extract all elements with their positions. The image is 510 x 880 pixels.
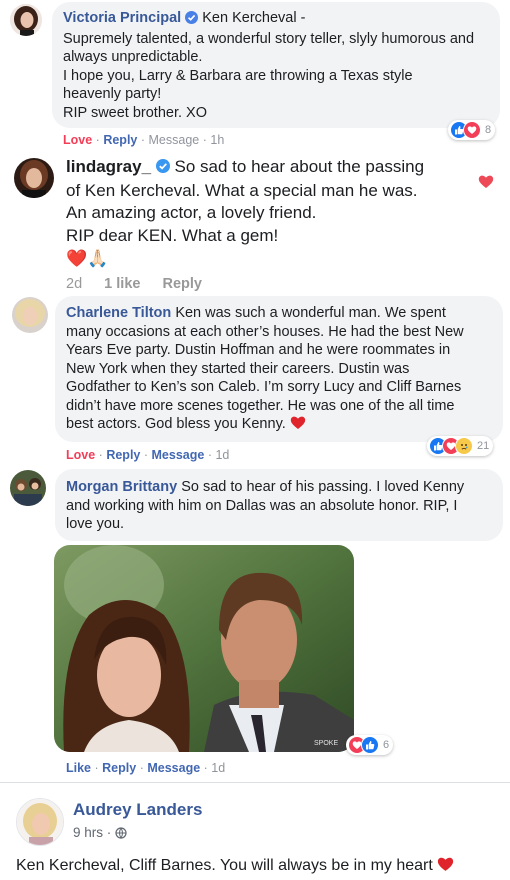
avatar-photo-icon (14, 158, 54, 198)
separator: · (98, 448, 103, 462)
heart-emoji-icon (290, 415, 306, 436)
section-divider (0, 782, 510, 783)
comment-photo[interactable]: SPOKE (54, 545, 354, 752)
post-time[interactable]: 9 hrs (73, 825, 103, 840)
like-link[interactable]: Like (66, 761, 91, 775)
comment-line: I hope you, Larry & Barbara are throwing… (63, 67, 413, 84)
message-link[interactable]: Message (149, 133, 200, 147)
comment-emojis: ❤️🙏🏻 (66, 249, 109, 268)
verified-badge-icon (185, 11, 199, 30)
comment-time[interactable]: 1d (211, 761, 225, 775)
comment-line: always unpredictable. (63, 49, 203, 65)
commenter-name[interactable]: Morgan Brittany (66, 479, 177, 495)
comment-time[interactable]: 2d (66, 276, 82, 292)
comment-line: Ken Kercheval - (202, 10, 306, 26)
love-link[interactable]: Love (66, 448, 95, 462)
commenter-name[interactable]: Victoria Principal (63, 10, 181, 26)
comment-line: So sad to hear about the passing (174, 157, 425, 176)
comment-line: didn’t have more scenes together. He was… (66, 397, 455, 414)
comment-meta-lindagray: 2d 1 like Reply (66, 276, 202, 292)
separator: · (139, 761, 144, 775)
avatar-photo-icon (17, 799, 63, 845)
comment-line: RIP sweet brother. XO (63, 104, 207, 121)
comment-line: Godfather to Ken’s son Caleb. I’m sorry … (66, 379, 462, 395)
reaction-summary[interactable]: 6 (346, 735, 394, 755)
separator: · (203, 761, 208, 775)
comment-line: Years Eve party. Dustin Hoffman and he w… (66, 342, 451, 358)
avatar-victoria-principal[interactable] (10, 4, 42, 36)
comment-text-charlene: Charlene Tilton Ken was such a wonderful… (66, 304, 498, 436)
comment-line: Ken was such a wonderful man. We spent (175, 305, 446, 321)
sad-reaction-icon (455, 437, 473, 455)
commenter-name[interactable]: Charlene Tilton (66, 305, 171, 321)
comment-line: best actors. God bless you Kenny. (66, 416, 286, 432)
comment-actions-morgan: Like · Reply · Message · 1d (66, 761, 225, 775)
comment-line: love you. (66, 516, 125, 532)
post-meta: 9 hrs · (73, 825, 127, 842)
likes-count[interactable]: 1 like (104, 276, 140, 292)
separator: · (140, 133, 146, 147)
comment-actions-charlene: Love · Reply · Message · 1d (66, 448, 229, 462)
comment-time[interactable]: 1h (210, 133, 224, 147)
avatar-photo-icon (12, 297, 48, 333)
globe-icon (115, 827, 127, 842)
avatar-photo-icon (10, 470, 46, 506)
comment-line: heavenly party! (63, 86, 162, 102)
reaction-summary[interactable]: 21 (427, 436, 494, 456)
separator: · (94, 761, 99, 775)
comment-time[interactable]: 1d (215, 448, 229, 462)
comment-actions-victoria: Love · Reply · Message · 1h (63, 133, 224, 147)
commenter-name[interactable]: lindagray_ (66, 157, 151, 176)
reaction-count: 21 (477, 440, 490, 452)
comment-line: So sad to hear of his passing. I loved K… (181, 479, 465, 495)
verified-badge-icon (155, 157, 170, 180)
heart-like-icon[interactable] (478, 174, 494, 194)
avatar-charlene-tilton[interactable] (12, 297, 48, 333)
comment-line: RIP dear KEN. What a gem! (66, 225, 279, 245)
avatar-audrey-landers[interactable] (16, 798, 64, 846)
message-link[interactable]: Message (147, 761, 200, 775)
love-reaction-icon (463, 121, 481, 139)
comment-line: and working with him on Dallas was an ab… (66, 497, 458, 514)
message-link[interactable]: Message (152, 448, 205, 462)
post-author[interactable]: Audrey Landers (73, 800, 202, 820)
avatar-morgan-brittany[interactable] (10, 470, 46, 506)
comment-line: New York when they started their careers… (66, 360, 410, 377)
photo-watermark: SPOKE (314, 740, 338, 747)
reply-link[interactable]: Reply (106, 448, 140, 462)
avatar-lindagray[interactable] (14, 158, 54, 198)
separator: · (95, 133, 100, 147)
reply-link[interactable]: Reply (162, 276, 202, 292)
comment-text-morgan: Morgan Brittany So sad to hear of his pa… (66, 478, 498, 534)
comment-text-lindagray: lindagray_ So sad to hear about the pass… (66, 156, 486, 271)
reply-link[interactable]: Reply (103, 133, 137, 147)
comment-line: Supremely talented, a wonderful story te… (63, 30, 475, 47)
separator: · (143, 448, 149, 462)
separator: · (202, 133, 207, 147)
comment-line: An amazing actor, a lovely friend. (66, 203, 317, 222)
like-reaction-icon (361, 736, 379, 754)
reaction-count: 6 (383, 739, 390, 751)
heart-emoji-icon (437, 856, 454, 877)
comment-line: many occasions at each other’s houses. H… (66, 323, 464, 340)
reaction-count: 8 (485, 124, 492, 136)
avatar-photo-icon (10, 4, 42, 36)
photo-image: SPOKE (54, 545, 354, 752)
love-link[interactable]: Love (63, 133, 92, 147)
post-text: Ken Kercheval, Cliff Barnes. You will al… (16, 856, 454, 877)
separator: · (207, 448, 212, 462)
comment-text-victoria: Victoria Principal Ken Kercheval - Supre… (63, 9, 495, 122)
reply-link[interactable]: Reply (102, 761, 136, 775)
comment-line: of Ken Kercheval. What a special man he … (66, 180, 418, 200)
reaction-summary[interactable]: 8 (448, 120, 496, 140)
